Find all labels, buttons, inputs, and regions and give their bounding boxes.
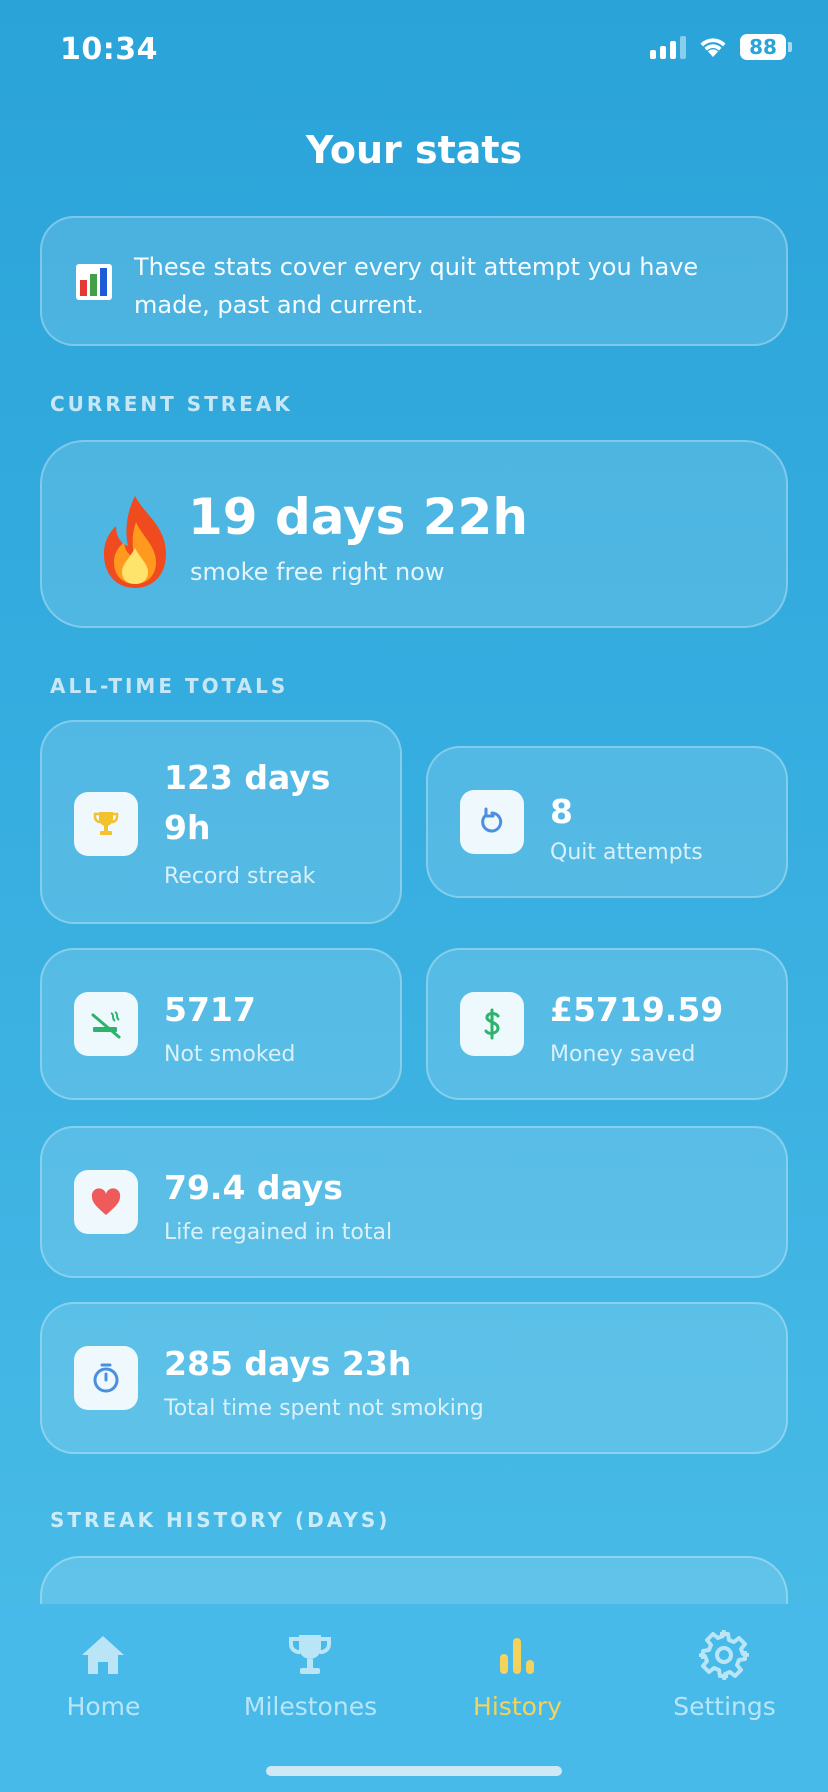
bar-chart-icon bbox=[500, 1638, 534, 1674]
total-time-value: 285 days 23h bbox=[164, 1344, 412, 1383]
home-icon bbox=[82, 1636, 124, 1674]
money-saved-card: £5719.59 Money saved bbox=[426, 948, 788, 1100]
trophy-icon bbox=[288, 1635, 332, 1674]
info-text: These stats cover every quit attempt you… bbox=[134, 253, 699, 319]
gear-icon bbox=[699, 1630, 749, 1680]
record-streak-value-days: 123 days bbox=[164, 758, 331, 797]
battery-icon: 88 bbox=[740, 34, 792, 60]
life-regained-value: 79.4 days bbox=[164, 1168, 343, 1207]
record-streak-label: Record streak bbox=[164, 864, 316, 889]
trophy-icon bbox=[74, 792, 138, 856]
battery-level: 88 bbox=[740, 34, 786, 60]
status-icons: 88 bbox=[650, 34, 792, 60]
not-smoked-value: 5717 bbox=[164, 990, 256, 1029]
wifi-icon bbox=[700, 38, 726, 57]
quit-attempts-card: 8 Quit attempts bbox=[426, 746, 788, 898]
tab-milestones-label: Milestones bbox=[243, 1692, 378, 1721]
tab-home[interactable]: Home bbox=[0, 1620, 207, 1730]
heart-icon bbox=[74, 1170, 138, 1234]
section-label-all-time-totals: ALL-TIME TOTALS bbox=[50, 674, 289, 698]
status-time: 10:34 bbox=[60, 32, 158, 67]
tab-history-label: History bbox=[473, 1692, 562, 1721]
tab-settings[interactable]: Settings bbox=[621, 1620, 828, 1730]
money-saved-value: £5719.59 bbox=[550, 990, 724, 1029]
dollar-icon bbox=[460, 992, 524, 1056]
not-smoked-label: Not smoked bbox=[164, 1042, 296, 1067]
record-streak-value-hours: 9h bbox=[164, 808, 211, 847]
tab-history[interactable]: History bbox=[414, 1620, 621, 1730]
life-regained-label: Life regained in total bbox=[164, 1220, 393, 1245]
cellular-signal-icon bbox=[650, 35, 686, 59]
restart-icon bbox=[460, 790, 524, 854]
tab-milestones[interactable]: Milestones bbox=[207, 1620, 414, 1730]
tab-bar: Home Milestones History Settings bbox=[0, 1604, 828, 1792]
quit-attempts-label: Quit attempts bbox=[550, 840, 703, 865]
not-smoked-card: 5717 Not smoked bbox=[40, 948, 402, 1100]
page-title: Your stats bbox=[305, 128, 523, 172]
bar-chart-icon bbox=[76, 264, 112, 300]
tab-home-label: Home bbox=[66, 1692, 141, 1721]
current-streak-value: 19 days 22h bbox=[188, 488, 528, 546]
life-regained-card: 79.4 days Life regained in total bbox=[40, 1126, 788, 1278]
stopwatch-icon bbox=[74, 1346, 138, 1410]
fire-icon bbox=[104, 496, 166, 588]
section-label-current-streak: CURRENT STREAK bbox=[50, 392, 293, 416]
current-streak-subtitle: smoke free right now bbox=[190, 558, 445, 586]
current-streak-card: 19 days 22h smoke free right now bbox=[40, 440, 788, 628]
home-indicator[interactable] bbox=[266, 1766, 562, 1776]
tab-settings-label: Settings bbox=[673, 1692, 776, 1721]
info-card: These stats cover every quit attempt you… bbox=[40, 216, 788, 346]
quit-attempts-value: 8 bbox=[550, 792, 573, 831]
section-label-streak-history: STREAK HISTORY (DAYS) bbox=[50, 1508, 391, 1532]
money-saved-label: Money saved bbox=[550, 1042, 696, 1067]
total-time-card: 285 days 23h Total time spent not smokin… bbox=[40, 1302, 788, 1454]
no-smoking-icon bbox=[74, 992, 138, 1056]
status-bar: 10:34 88 bbox=[0, 0, 828, 100]
record-streak-card: 123 days 9h Record streak bbox=[40, 720, 402, 924]
total-time-label: Total time spent not smoking bbox=[164, 1396, 484, 1421]
